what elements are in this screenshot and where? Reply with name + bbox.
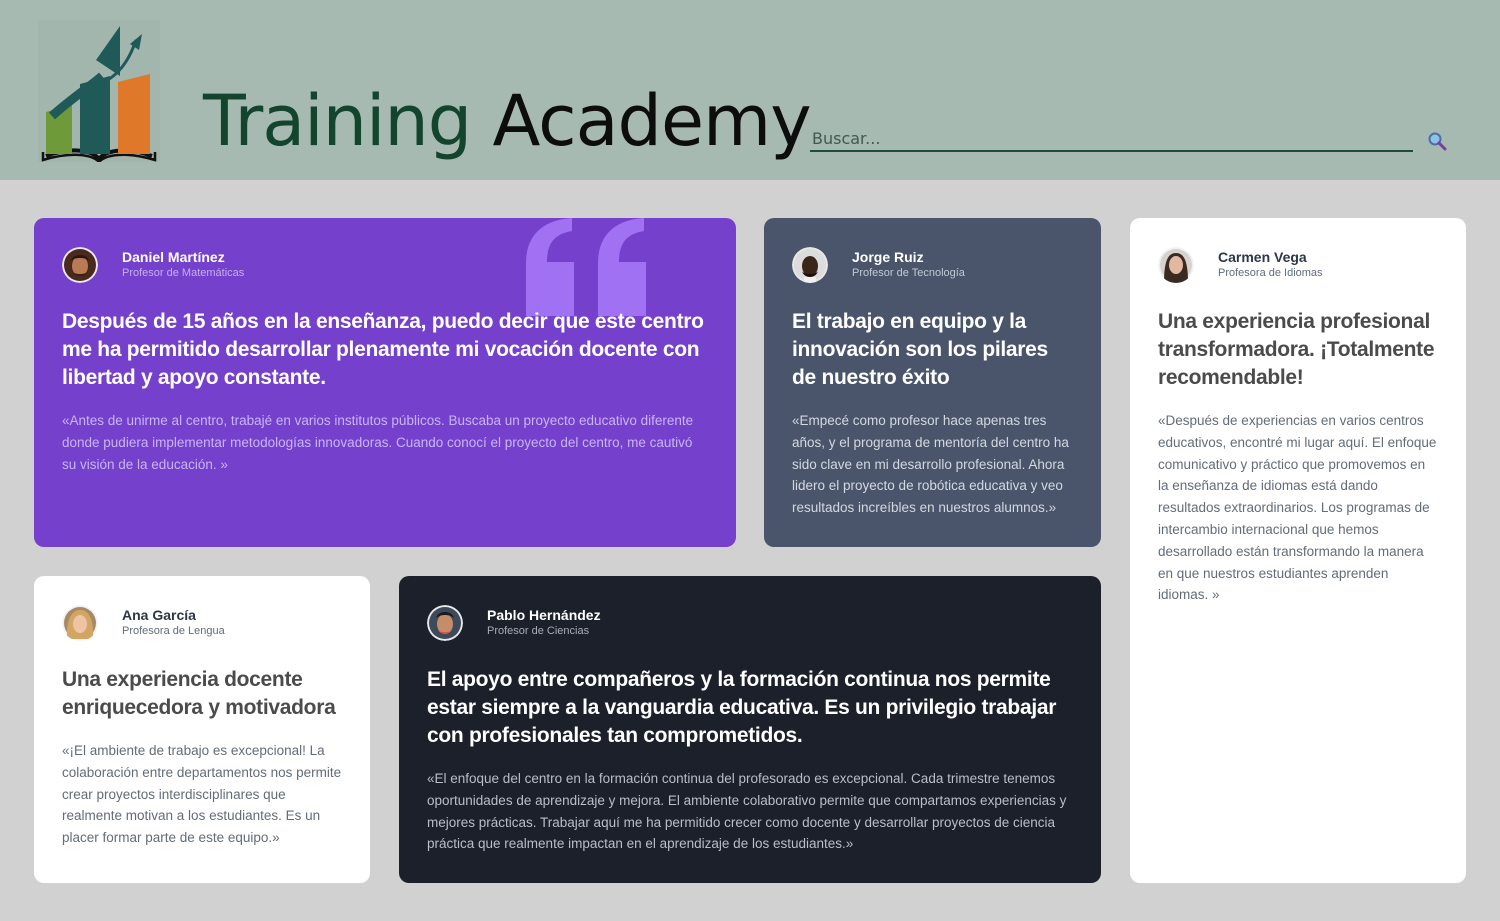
avatar <box>62 605 98 641</box>
author-role: Profesora de Lengua <box>122 625 225 637</box>
author: Pablo Hernández Profesor de Ciencias <box>427 604 1073 642</box>
testimonial-body: «Antes de unirme al centro, trabajé en v… <box>62 413 694 472</box>
author-role: Profesor de Tecnología <box>852 267 965 279</box>
author-role: Profesora de Idiomas <box>1218 267 1323 279</box>
testimonial-headline: Después de 15 años en la enseñanza, pued… <box>62 310 704 389</box>
testimonial-body: «Después de experiencias en varios centr… <box>1158 413 1437 603</box>
avatar <box>1158 247 1194 283</box>
author-name: Daniel Martínez <box>122 249 225 265</box>
brand-academy: Academy <box>492 80 811 162</box>
author-role: Profesor de Matemáticas <box>122 267 245 279</box>
testimonial-card: Jorge Ruiz Profesor de Tecnología El tra… <box>764 218 1101 547</box>
testimonial-headline: El trabajo en equipo y la innovación son… <box>792 310 1048 389</box>
author: Daniel Martínez Profesor de Matemáticas <box>62 246 708 284</box>
academy-logo[interactable] <box>38 20 160 164</box>
testimonial-body: «El enfoque del centro en la formación c… <box>427 771 1067 852</box>
testimonial-headline: Una experiencia docente enriquecedora y … <box>62 668 336 719</box>
testimonial-headline: Una experiencia profesional transformado… <box>1158 310 1435 389</box>
author: Ana García Profesora de Lengua <box>62 604 342 642</box>
avatar <box>427 605 463 641</box>
avatar <box>792 247 828 283</box>
testimonial-headline: El apoyo entre compañeros y la formación… <box>427 668 1057 747</box>
author-name: Ana García <box>122 607 196 623</box>
author-role: Profesor de Ciencias <box>487 625 590 637</box>
testimonial-card: Pablo Hernández Profesor de Ciencias El … <box>399 576 1101 883</box>
search-button[interactable] <box>1426 130 1448 152</box>
testimonial-body: «¡El ambiente de trabajo es excepcional!… <box>62 743 342 846</box>
search-input[interactable] <box>810 126 1413 152</box>
author-name: Carmen Vega <box>1218 249 1307 265</box>
testimonial-card: Daniel Martínez Profesor de Matemáticas … <box>34 218 736 547</box>
author: Carmen Vega Profesora de Idiomas <box>1158 246 1438 284</box>
author: Jorge Ruiz Profesor de Tecnología <box>792 246 1073 284</box>
testimonial-card: Ana García Profesora de Lengua Una exper… <box>34 576 370 883</box>
site-header: Training Academy <box>0 0 1500 180</box>
author-name: Jorge Ruiz <box>852 249 924 265</box>
author-name: Pablo Hernández <box>487 607 601 623</box>
search-icon <box>1426 132 1448 155</box>
brand-title[interactable]: Training Academy <box>203 76 812 166</box>
testimonial-body: «Empecé como profesor hace apenas tres a… <box>792 413 1069 516</box>
testimonial-card: Carmen Vega Profesora de Idiomas Una exp… <box>1130 218 1466 883</box>
avatar <box>62 247 98 283</box>
brand-training: Training <box>203 80 472 162</box>
